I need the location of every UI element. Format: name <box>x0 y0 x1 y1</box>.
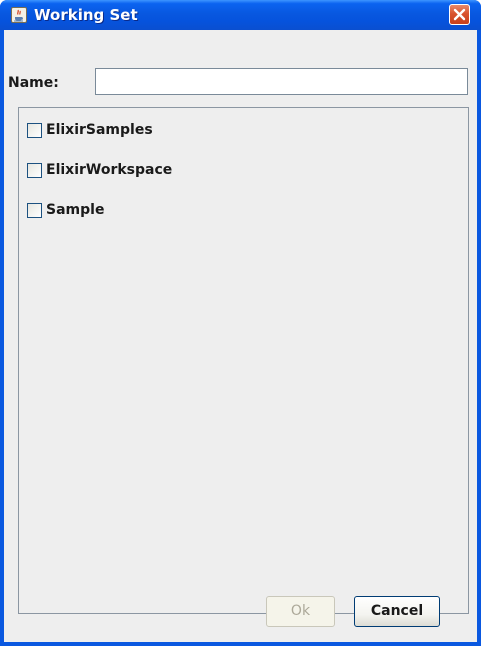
close-icon <box>453 8 466 21</box>
list-item-elixirsamples[interactable]: ElixirSamples <box>27 120 153 140</box>
ok-button[interactable]: Ok <box>266 596 335 627</box>
list-item-label: ElixirSamples <box>46 121 153 138</box>
cancel-button[interactable]: Cancel <box>354 596 440 627</box>
list-item-elixirworkspace[interactable]: ElixirWorkspace <box>27 160 172 180</box>
dialog-content: Name: ElixirSamples ElixirWorkspace Samp… <box>4 30 477 642</box>
checkbox[interactable] <box>27 202 42 218</box>
name-input[interactable] <box>95 68 468 95</box>
name-label: Name: <box>8 75 59 91</box>
window-title: Working Set <box>34 6 138 24</box>
list-item-label: ElixirWorkspace <box>46 161 173 178</box>
project-list[interactable]: ElixirSamples ElixirWorkspace Sample <box>18 107 469 614</box>
list-item-label: Sample <box>46 201 105 218</box>
close-button[interactable] <box>449 4 470 25</box>
list-item-sample[interactable]: Sample <box>27 200 104 220</box>
checkbox[interactable] <box>27 162 42 178</box>
java-cup-icon <box>11 7 27 23</box>
checkbox[interactable] <box>27 122 42 138</box>
working-set-dialog: Working Set Name: ElixirSamples ElixirWo… <box>0 0 481 646</box>
title-bar[interactable]: Working Set <box>0 0 481 30</box>
